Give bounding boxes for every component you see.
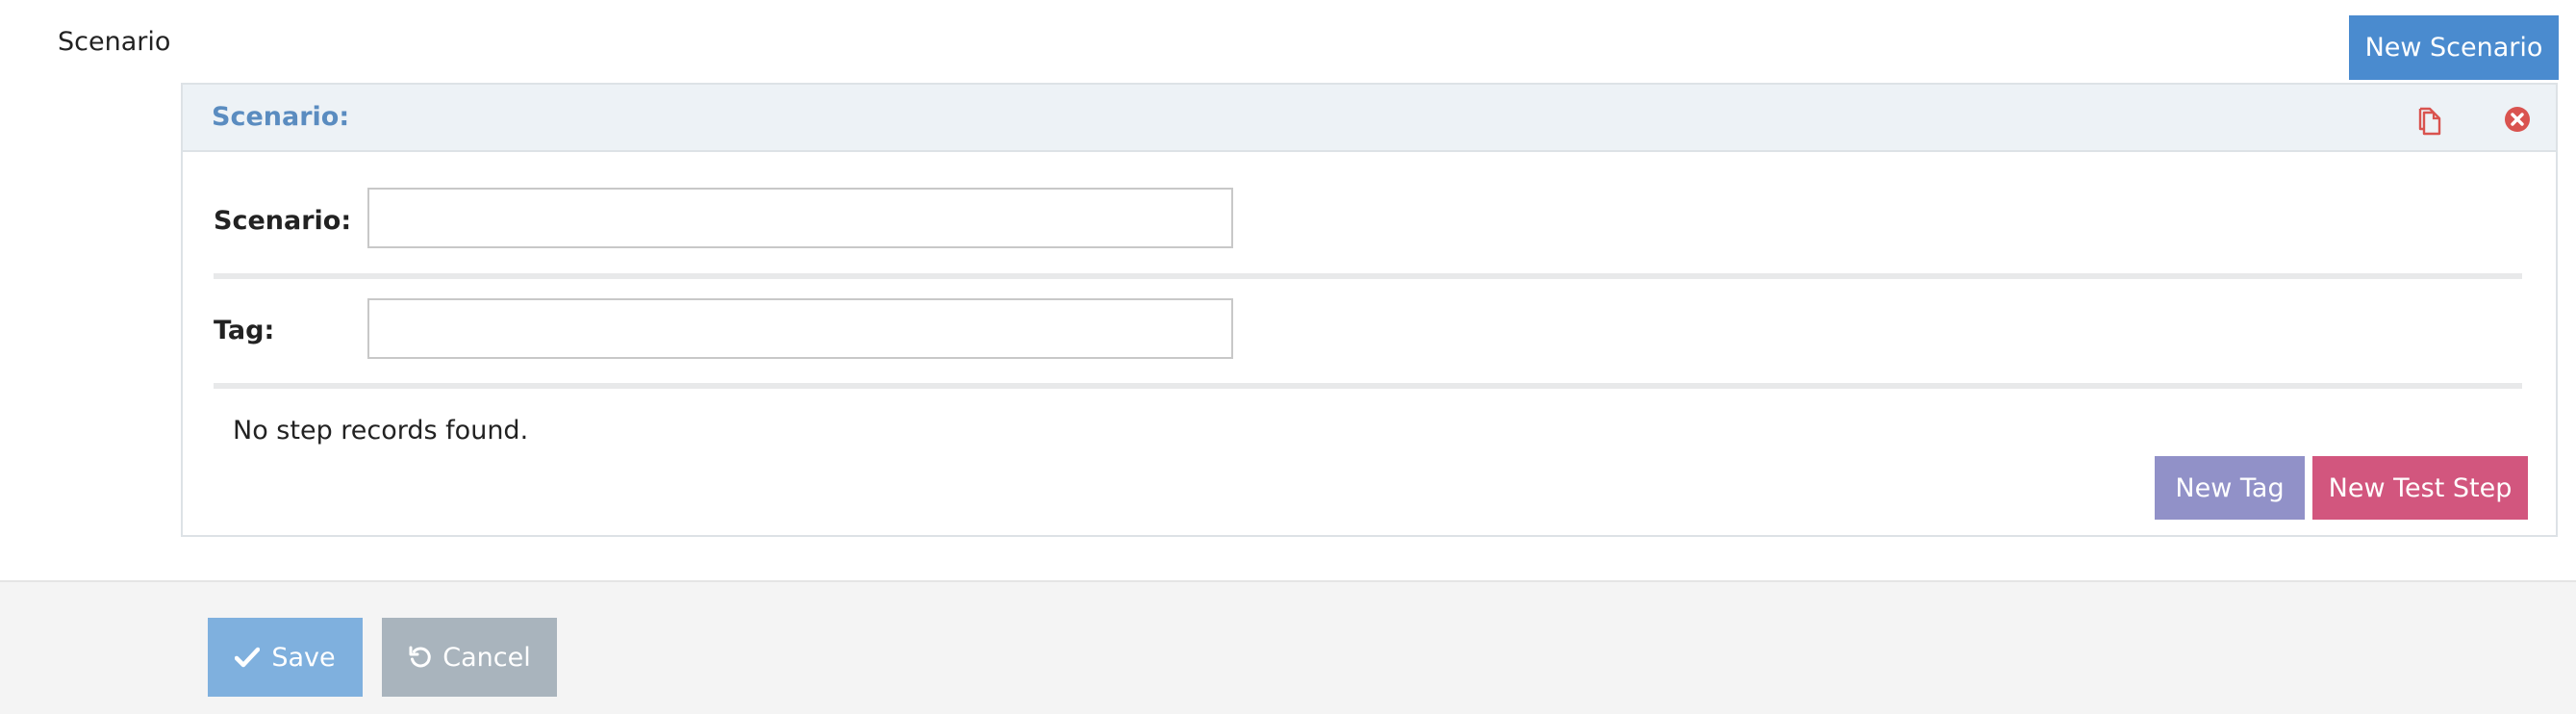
scenario-input[interactable] [367, 188, 1233, 248]
divider [214, 273, 2522, 279]
check-icon [235, 647, 261, 668]
new-test-step-button[interactable]: New Test Step [2312, 456, 2528, 520]
panel-header: Scenario: [183, 85, 2556, 152]
panel-title: Scenario: [212, 102, 350, 132]
scenario-label: Scenario: [214, 206, 352, 236]
divider [214, 383, 2522, 389]
empty-steps-message: No step records found. [233, 416, 529, 446]
save-label: Save [271, 642, 336, 673]
new-scenario-button[interactable]: New Scenario [2349, 15, 2559, 80]
page-title: Scenario [58, 27, 171, 57]
undo-icon [408, 645, 433, 670]
save-button[interactable]: Save [208, 618, 363, 697]
cancel-label: Cancel [442, 642, 531, 673]
cancel-button[interactable]: Cancel [382, 618, 557, 697]
tag-label: Tag: [214, 316, 275, 345]
tag-input[interactable] [367, 298, 1233, 359]
copy-icon[interactable] [2412, 104, 2447, 139]
close-circle-icon[interactable] [2503, 105, 2532, 134]
new-tag-button[interactable]: New Tag [2155, 456, 2305, 520]
